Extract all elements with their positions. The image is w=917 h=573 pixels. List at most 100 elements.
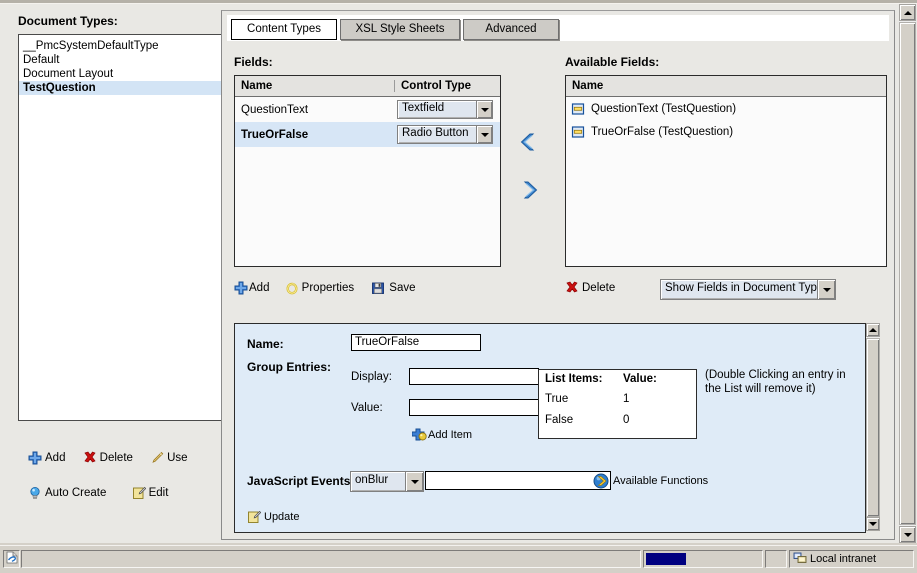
caret-down-icon — [869, 522, 877, 526]
control-type-select[interactable]: Radio Button — [397, 125, 493, 144]
field-name: QuestionText — [235, 104, 394, 116]
list-items-header-item: List Items: — [539, 370, 623, 389]
gold-ring-icon — [285, 281, 299, 295]
table-row[interactable]: QuestionText Textfield — [235, 97, 500, 122]
intranet-icon — [793, 551, 807, 567]
progress-indicator — [646, 553, 686, 565]
chevron-down-icon[interactable] — [476, 126, 492, 143]
tab-strip: Content Types XSL Style Sheets Advanced — [227, 15, 889, 41]
available-fields-list[interactable]: Name QuestionText (TestQuestion) — [565, 75, 887, 267]
transfer-arrows — [512, 131, 552, 221]
list-item-row[interactable]: False 0 — [539, 410, 696, 431]
scrollbar-thumb[interactable] — [866, 338, 880, 517]
auto-create-button[interactable]: Auto Create — [28, 486, 106, 500]
edit-note-icon — [132, 486, 146, 500]
field-add-button[interactable]: Add — [234, 281, 269, 295]
delete-button[interactable]: Delete — [83, 451, 133, 465]
table-row-selected[interactable]: TrueOrFalse Radio Button — [235, 122, 500, 147]
ie-document-icon — [6, 551, 18, 567]
scroll-up-button[interactable] — [866, 323, 880, 337]
field-name: TrueOrFalse — [235, 129, 394, 141]
scroll-up-button[interactable] — [899, 4, 916, 21]
value-input[interactable] — [409, 399, 539, 416]
auto-create-label: Auto Create — [45, 487, 106, 499]
application-window: Document Types: __PmcSystemDefaultType D… — [0, 0, 917, 572]
add-item-button[interactable]: Add Item — [412, 428, 472, 442]
security-zone-cell[interactable]: Local intranet — [789, 550, 914, 568]
column-header-name: Name — [566, 76, 886, 97]
tab-content-types[interactable]: Content Types — [231, 19, 337, 40]
field-add-label: Add — [249, 282, 269, 294]
document-types-title: Document Types: — [18, 14, 118, 28]
scroll-down-button[interactable] — [866, 517, 880, 531]
list-items-header: List Items: Value: — [539, 370, 696, 389]
update-button[interactable]: Update — [247, 510, 299, 524]
edit-button[interactable]: Edit — [132, 486, 169, 500]
tab-xsl-style-sheets[interactable]: XSL Style Sheets — [340, 19, 460, 40]
field-window-icon — [571, 102, 585, 116]
show-fields-filter-select[interactable]: Show Fields in Document Type... — [660, 279, 836, 300]
control-type-value: Radio Button — [398, 126, 476, 143]
blue-arrow-ball-icon — [593, 473, 609, 489]
column-header-name: Name — [235, 80, 394, 92]
status-progress-cell — [643, 550, 763, 568]
properties-scrollbar[interactable] — [866, 323, 880, 531]
update-label: Update — [264, 511, 299, 523]
use-label: Use — [167, 452, 187, 464]
doctype-actions-row2: Auto Create Edit — [28, 486, 182, 503]
field-properties-button[interactable]: Properties — [285, 281, 354, 295]
security-zone-label: Local intranet — [810, 553, 876, 565]
move-left-button[interactable] — [518, 131, 540, 156]
field-window-icon — [571, 125, 585, 139]
list-item[interactable]: QuestionText (TestQuestion) — [566, 97, 886, 120]
list-item[interactable]: __PmcSystemDefaultType — [19, 39, 221, 53]
list-item[interactable]: Document Layout — [19, 67, 221, 81]
caret-down-icon — [904, 533, 912, 537]
chevron-down-icon[interactable] — [405, 472, 423, 491]
show-fields-filter-value: Show Fields in Document Type... — [661, 280, 817, 299]
value-label: Value: — [351, 402, 383, 414]
delete-label: Delete — [100, 452, 133, 464]
javascript-event-select[interactable]: onBlur — [350, 471, 424, 492]
list-item[interactable]: Default — [19, 53, 221, 67]
list-item-selected[interactable]: TestQuestion — [19, 81, 221, 95]
available-functions-button[interactable]: Available Functions — [593, 473, 708, 489]
field-name-input[interactable] — [351, 334, 481, 351]
available-delete-button[interactable]: Delete — [565, 281, 615, 295]
red-x-icon — [83, 451, 97, 465]
chevron-down-icon[interactable] — [817, 280, 835, 299]
fields-title: Fields: — [234, 55, 273, 69]
use-button[interactable]: Use — [150, 451, 187, 465]
field-save-button[interactable]: Save — [371, 281, 415, 295]
display-label: Display: — [351, 371, 392, 383]
edit-note-icon — [247, 510, 261, 524]
display-input[interactable] — [409, 368, 539, 385]
status-message-cell — [21, 550, 641, 568]
available-functions-label: Available Functions — [613, 475, 708, 487]
move-right-button[interactable] — [518, 179, 540, 204]
fields-table[interactable]: Name Control Type QuestionText Textfield… — [234, 75, 501, 267]
document-types-listbox[interactable]: __PmcSystemDefaultType Default Document … — [18, 34, 222, 421]
javascript-event-input[interactable] — [425, 471, 611, 490]
control-type-select[interactable]: Textfield — [397, 100, 493, 119]
available-fields-title: Available Fields: — [565, 55, 659, 69]
chevron-down-icon[interactable] — [476, 101, 492, 118]
add-button[interactable]: Add — [28, 451, 65, 465]
available-actions: Delete — [565, 281, 629, 298]
pencil-icon — [150, 451, 164, 465]
tab-advanced[interactable]: Advanced — [463, 19, 559, 40]
scrollbar-thumb[interactable] — [899, 22, 916, 525]
list-item-row[interactable]: True 1 — [539, 389, 696, 410]
page-scrollbar[interactable] — [899, 4, 916, 543]
add-label: Add — [45, 452, 65, 464]
list-item[interactable]: TrueOrFalse (TestQuestion) — [566, 120, 886, 143]
scroll-down-button[interactable] — [899, 526, 916, 543]
list-items-note: (Double Clicking an entry in the List wi… — [705, 368, 855, 396]
caret-up-icon — [904, 11, 912, 15]
available-delete-label: Delete — [582, 282, 615, 294]
lightbulb-icon — [28, 486, 42, 500]
main-content-panel: Content Types XSL Style Sheets Advanced … — [221, 10, 895, 540]
list-item-value: 1 — [623, 389, 696, 410]
list-items-table[interactable]: List Items: Value: True 1 False 0 — [538, 369, 697, 439]
name-label: Name: — [247, 337, 284, 351]
